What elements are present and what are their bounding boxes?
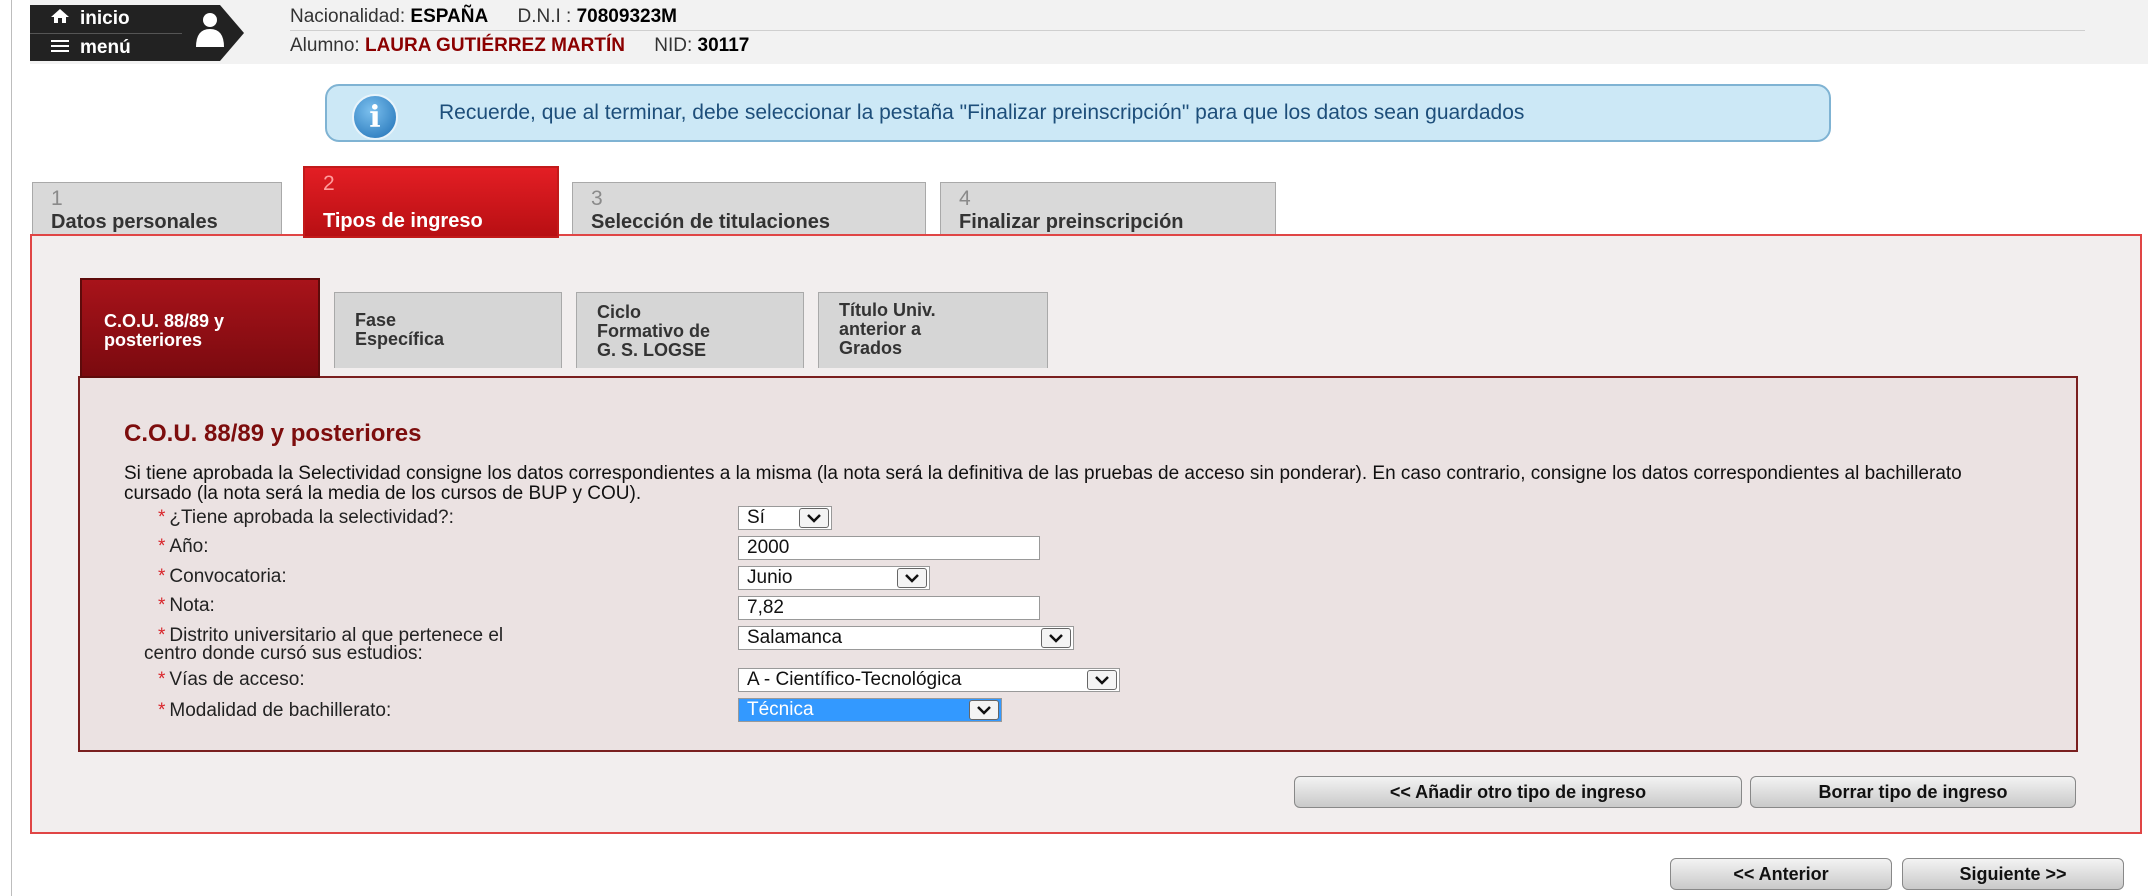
select-value: A - Científico-Tecnológica — [747, 669, 962, 690]
selectividad-label: * ¿Tiene aprobada la selectividad?: — [158, 507, 454, 528]
label-text: Convocatoria: — [169, 566, 287, 587]
required-mark: * — [158, 700, 166, 721]
subtab-line: anterior a — [839, 319, 922, 339]
chevron-down-icon — [1087, 670, 1117, 690]
input-value: 2000 — [747, 537, 790, 558]
tab-number: 2 — [323, 172, 335, 195]
required-mark: * — [158, 536, 166, 557]
subtab-line: Título Univ. — [839, 300, 936, 320]
chevron-down-icon — [1041, 628, 1071, 648]
required-mark: * — [158, 507, 166, 528]
chevron-down-icon — [969, 700, 999, 720]
tab-label: Tipos de ingreso — [323, 210, 483, 232]
required-mark: * — [158, 566, 166, 587]
add-ingreso-button[interactable]: << Añadir otro tipo de ingreso — [1294, 776, 1742, 808]
section-description: Si tiene aprobada la Selectividad consig… — [124, 463, 1962, 504]
subtab-line: posteriores — [104, 330, 203, 350]
vias-label: * Vías de acceso: — [158, 669, 305, 690]
chevron-down-icon — [897, 568, 927, 588]
anio-input[interactable]: 2000 — [738, 536, 1040, 560]
inicio-label: inicio — [80, 8, 130, 29]
dni-label: D.N.I : — [517, 6, 572, 27]
convocatoria-label: * Convocatoria: — [158, 566, 287, 587]
label-text: Vías de acceso: — [169, 669, 305, 690]
tab-number: 3 — [591, 187, 603, 210]
required-mark: * — [158, 595, 166, 616]
previous-button[interactable]: << Anterior — [1670, 858, 1892, 890]
nota-label: * Nota: — [158, 595, 215, 616]
select-value: Salamanca — [747, 627, 843, 648]
header-divider — [290, 30, 2085, 31]
selectividad-select[interactable]: Sí — [738, 506, 832, 530]
subtab-line: Fase — [355, 310, 397, 330]
tab-datos-personales[interactable]: 1 Datos personales — [32, 182, 282, 234]
info-icon: i — [352, 94, 398, 140]
label-text: Año: — [169, 536, 209, 557]
tab-label: Datos personales — [51, 211, 218, 233]
tab-tipos-de-ingreso[interactable]: 2 Tipos de ingreso — [303, 166, 559, 238]
label-text: ¿Tiene aprobada la selectividad?: — [169, 507, 454, 528]
tab-finalizar-preinscripcion[interactable]: 4 Finalizar preinscripción — [940, 182, 1276, 234]
section-title: C.O.U. 88/89 y posteriores — [124, 420, 422, 447]
subtab-line: Grados — [839, 338, 903, 358]
select-value: Técnica — [747, 699, 814, 720]
nacionalidad-label: Nacionalidad: — [290, 6, 406, 27]
chevron-down-icon — [799, 508, 829, 528]
alumno-row: Alumno: LAURA GUTIÉRREZ MARTÍN NID: 3011… — [290, 35, 749, 57]
label-text: Nota: — [169, 595, 215, 616]
home-icon — [50, 8, 70, 30]
modalidad-select[interactable]: Técnica — [738, 698, 1002, 722]
alumno-value: LAURA GUTIÉRREZ MARTÍN — [364, 35, 625, 56]
nacionalidad-row: Nacionalidad: ESPAÑA D.N.I : 70809323M — [290, 6, 677, 28]
nid-value: 30117 — [697, 35, 750, 56]
select-value: Sí — [747, 507, 765, 528]
menu-label: menú — [80, 36, 131, 58]
tab-label: Selección de titulaciones — [591, 211, 830, 233]
subtab-line: G. S. LOGSE — [597, 340, 707, 360]
tab-number: 1 — [51, 187, 63, 210]
notice-text: Recuerde, que al terminar, debe seleccio… — [439, 101, 1525, 124]
subtab-line: Ciclo — [597, 302, 642, 322]
user-icon — [182, 5, 246, 61]
left-border — [0, 0, 12, 896]
distrito-select[interactable]: Salamanca — [738, 626, 1074, 650]
input-value: 7,82 — [747, 597, 784, 618]
tab-number: 4 — [959, 187, 971, 210]
alumno-label: Alumno: — [290, 35, 360, 56]
tab-seleccion-titulaciones[interactable]: 3 Selección de titulaciones — [572, 182, 926, 234]
hamburger-icon — [50, 37, 70, 59]
vias-select[interactable]: A - Científico-Tecnológica — [738, 668, 1120, 692]
subtab-fase-especifica[interactable]: Fase Específica — [334, 292, 562, 368]
menu-button[interactable]: menú — [30, 33, 182, 61]
subtab-titulo-univ[interactable]: Título Univ. anterior a Grados — [818, 292, 1048, 368]
subtab-cou[interactable]: C.O.U. 88/89 y posteriores — [80, 278, 320, 378]
select-value: Junio — [747, 567, 793, 588]
convocatoria-select[interactable]: Junio — [738, 566, 930, 590]
label-text: Modalidad de bachillerato: — [169, 700, 392, 721]
modalidad-label: * Modalidad de bachillerato: — [158, 700, 392, 721]
subtab-line: Formativo de — [597, 321, 711, 341]
label-text: centro donde cursó sus estudios: — [144, 643, 423, 664]
nid-label: NID: — [654, 35, 693, 56]
inicio-button[interactable]: inicio — [30, 5, 182, 33]
required-mark: * — [158, 669, 166, 690]
tab-label: Finalizar preinscripción — [959, 211, 1184, 233]
anio-label: * Año: — [158, 536, 209, 557]
subtab-line: Específica — [355, 329, 445, 349]
distrito-label: * Distrito universitario al que pertenece… — [144, 626, 503, 663]
next-button[interactable]: Siguiente >> — [1902, 858, 2124, 890]
dni-value: 70809323M — [576, 6, 677, 27]
info-notice: Recuerde, que al terminar, debe seleccio… — [325, 84, 1831, 142]
nacionalidad-value: ESPAÑA — [410, 6, 489, 27]
subtab-line: C.O.U. 88/89 y — [104, 311, 225, 331]
subtab-ciclo-formativo[interactable]: Ciclo Formativo de G. S. LOGSE — [576, 292, 804, 368]
delete-ingreso-button[interactable]: Borrar tipo de ingreso — [1750, 776, 2076, 808]
nota-input[interactable]: 7,82 — [738, 596, 1040, 620]
